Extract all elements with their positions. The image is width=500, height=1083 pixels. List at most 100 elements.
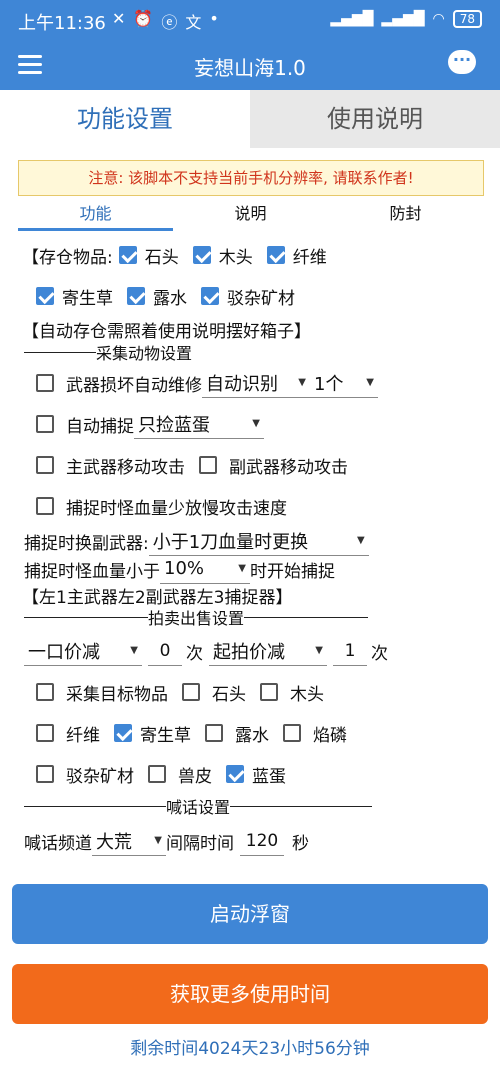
auction-dew-checkbox[interactable] [205, 724, 223, 742]
app-bar: 妄想山海1.0 ··· [0, 40, 500, 90]
animal-section-title: 采集动物设置 [96, 344, 193, 363]
auto-catch-checkbox[interactable] [36, 415, 54, 433]
storage-label: 【存仓物品: [22, 247, 113, 268]
storage-row-1: 【存仓物品: 石头 木头 纤维 [22, 240, 327, 270]
subtab-function[interactable]: 功能 [18, 200, 173, 231]
auto-repair-label: 武器损坏自动维修 [66, 375, 202, 396]
auction-phosphorus-label: 焰磷 [313, 725, 347, 746]
app-title: 妄想山海1.0 [194, 56, 306, 80]
storage-stone-checkbox[interactable] [118, 246, 137, 264]
sub-weapon-move-label: 副武器移动攻击 [229, 457, 348, 478]
auction-fiber-label: 纤维 [66, 725, 100, 746]
hp-threshold-suffix: 时开始捕捉 [250, 561, 335, 582]
remaining-time: 剩余时间4024天23小时56分钟 [130, 1039, 370, 1059]
battery-icon: 78 [452, 10, 482, 28]
shout-interval-label: 间隔时间 [166, 833, 234, 854]
auction-ore-checkbox[interactable] [36, 765, 54, 783]
subtab-sealing[interactable]: 防封 [328, 200, 483, 228]
auction-price-row: 一口价减 ▼ 0 次 起拍价减 ▼ 1 次 [24, 636, 388, 666]
repair-mode-select[interactable]: 自动识别 ▼ [202, 369, 310, 398]
price-mode-1-select[interactable]: 一口价减 ▼ [24, 637, 142, 666]
auction-ore-label: 驳杂矿材 [66, 766, 134, 787]
storage-grass-label: 寄生草 [62, 288, 113, 309]
price-value-2-input[interactable]: 1 [333, 637, 367, 666]
storage-fiber-checkbox[interactable] [266, 246, 285, 264]
storage-fiber-label: 纤维 [292, 247, 327, 268]
switch-weapon-label: 捕捉时换副武器: [24, 533, 149, 554]
auction-items-row-2: 纤维 寄生草 露水 焰磷 [36, 718, 347, 748]
storage-row-2: 寄生草 露水 驳杂矿材 [36, 281, 295, 311]
shout-row: 喊话频道 大荒 ▼ 间隔时间 120 秒 [24, 826, 309, 856]
switch-weapon-select[interactable]: 小于1刀血量时更换 ▼ [148, 527, 369, 556]
translate-icon: 文 [185, 13, 202, 32]
slow-attack-row: 捕捉时怪血量少放慢攻击速度 [36, 491, 287, 521]
auction-hide-checkbox[interactable] [148, 765, 166, 783]
shout-channel-select[interactable]: 大荒 ▼ [92, 827, 166, 856]
storage-wood-checkbox[interactable] [192, 246, 211, 264]
signal-icon: ▂▄▆█ [330, 11, 374, 27]
switch-weapon-row: 捕捉时换副武器: 小于1刀血量时更换 ▼ [24, 526, 369, 556]
mute-icon: ✕ [112, 9, 126, 28]
storage-dew-label: 露水 [153, 288, 187, 309]
auction-grass-label: 寄生草 [140, 725, 191, 746]
price-value-1-input[interactable]: 0 [148, 637, 182, 666]
start-float-button[interactable]: 启动浮窗 [12, 884, 488, 944]
auction-wood-label: 木头 [290, 684, 324, 705]
alarm-icon: ⏰ [133, 9, 154, 28]
sub-weapon-move-checkbox[interactable] [199, 456, 217, 474]
auto-catch-label: 自动捕捉 [66, 416, 134, 437]
hp-threshold-label: 捕捉时怪血量小于 [24, 561, 160, 582]
get-more-time-button[interactable]: 获取更多使用时间 [12, 964, 488, 1024]
price-mode-2-select[interactable]: 起拍价减 ▼ [209, 637, 327, 666]
shout-divider: 喊话设置 [24, 796, 373, 817]
collect-target-checkbox[interactable] [36, 683, 54, 701]
main-weapon-move-label: 主武器移动攻击 [66, 457, 185, 478]
storage-grass-checkbox[interactable] [36, 287, 54, 305]
auction-stone-label: 石头 [212, 684, 246, 705]
auction-fiber-checkbox[interactable] [36, 724, 54, 742]
wifi-icon: ◠ [432, 11, 445, 27]
auto-repair-row: 武器损坏自动维修 自动识别 ▼ 1个 ▼ [36, 368, 378, 398]
sub-tabs: 功能 说明 防封 [18, 200, 483, 231]
status-time: 上午11:36 [18, 13, 106, 34]
storage-dew-checkbox[interactable] [127, 287, 145, 305]
times-1-label: 次 [186, 643, 203, 664]
auction-hide-label: 兽皮 [178, 766, 212, 787]
storage-wood-label: 木头 [218, 247, 253, 268]
shout-interval-input[interactable]: 120 [240, 827, 284, 856]
resolution-notice: 注意: 该脚本不支持当前手机分辨率, 请联系作者! [18, 160, 484, 196]
storage-stone-label: 石头 [144, 247, 179, 268]
chat-icon[interactable]: ··· [448, 50, 476, 74]
auto-repair-checkbox[interactable] [36, 374, 54, 392]
catch-mode-select[interactable]: 只捡蓝蛋 ▼ [134, 410, 264, 439]
auction-grass-checkbox[interactable] [114, 724, 132, 742]
auction-divider: 拍卖出售设置 [24, 607, 369, 628]
shout-title: 喊话设置 [166, 798, 231, 817]
subtab-explanation[interactable]: 说明 [173, 200, 328, 228]
tab-instructions[interactable]: 使用说明 [250, 90, 500, 148]
auction-title: 拍卖出售设置 [148, 609, 245, 628]
tab-settings[interactable]: 功能设置 [0, 90, 250, 148]
auction-items-row-3: 驳杂矿材 兽皮 蓝蛋 [36, 759, 286, 789]
shout-channel-label: 喊话频道 [24, 833, 92, 854]
auction-egg-checkbox[interactable] [226, 765, 244, 783]
collect-target-label: 采集目标物品 [66, 684, 168, 705]
main-tabs: 功能设置 使用说明 [0, 90, 500, 148]
animal-section-divider: 采集动物设置 [24, 342, 193, 363]
browser-icon: ⓔ [161, 13, 178, 32]
slow-attack-label: 捕捉时怪血量少放慢攻击速度 [66, 498, 287, 519]
shout-interval-unit: 秒 [292, 833, 309, 854]
auction-egg-label: 蓝蛋 [252, 766, 286, 787]
auto-catch-row: 自动捕捉 只捡蓝蛋 ▼ [36, 409, 264, 439]
auction-wood-checkbox[interactable] [260, 683, 278, 701]
auction-phosphorus-checkbox[interactable] [283, 724, 301, 742]
weapon-move-row: 主武器移动攻击 副武器移动攻击 [36, 450, 348, 480]
auction-items-row-1: 采集目标物品 石头 木头 [36, 677, 324, 707]
times-2-label: 次 [371, 643, 388, 664]
signal-icon-2: ▂▄▆█ [381, 11, 425, 27]
storage-ore-checkbox[interactable] [201, 287, 219, 305]
repair-count-select[interactable]: 1个 ▼ [310, 369, 378, 398]
auction-stone-checkbox[interactable] [182, 683, 200, 701]
slow-attack-checkbox[interactable] [36, 497, 54, 515]
main-weapon-move-checkbox[interactable] [36, 456, 54, 474]
